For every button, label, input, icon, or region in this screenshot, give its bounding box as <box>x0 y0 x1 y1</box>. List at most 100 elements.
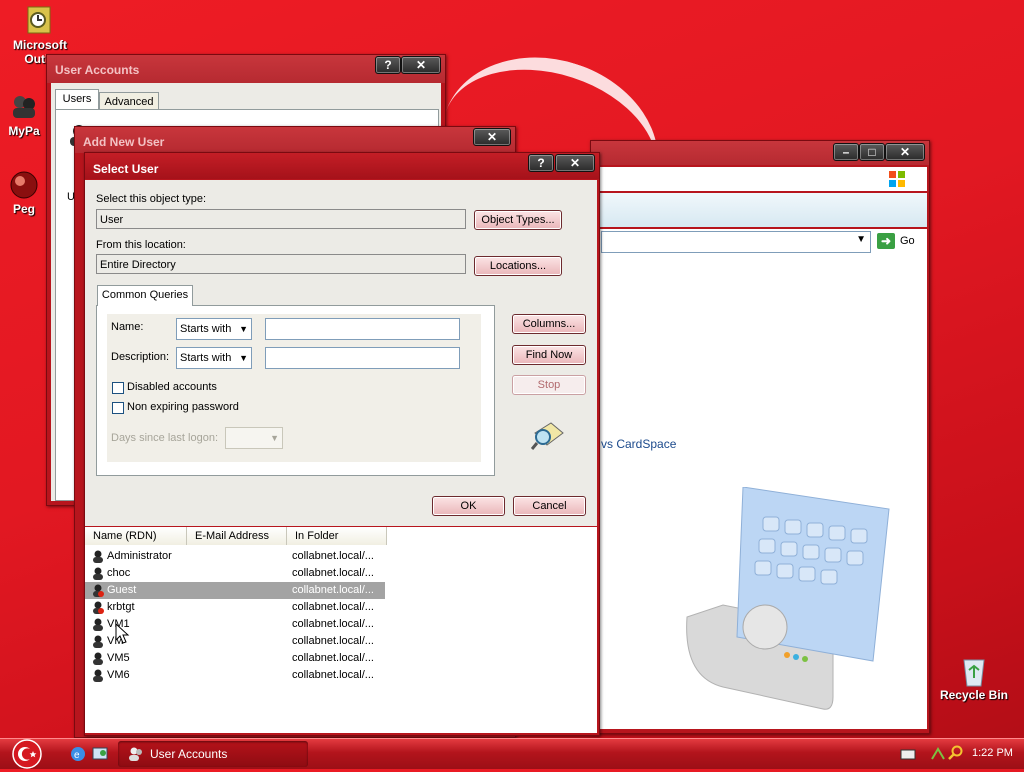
search-results-list[interactable]: Name (RDN) E-Mail Address In Folder Admi… <box>85 527 597 733</box>
users-icon <box>9 92 39 122</box>
close-button[interactable]: ✕ <box>885 143 925 161</box>
find-now-button[interactable]: Find Now <box>512 345 586 365</box>
table-row[interactable]: Administrator collabnet.local/... <box>85 548 385 565</box>
name-input[interactable] <box>265 318 460 340</box>
internet-explorer-icon[interactable]: e <box>70 746 86 762</box>
description-mode-value: Starts with <box>180 352 232 364</box>
svg-text:e: e <box>74 750 80 761</box>
minimize-button[interactable]: – <box>833 143 859 161</box>
chevron-down-icon: ▼ <box>239 353 248 363</box>
row-folder: collabnet.local/... <box>292 669 374 681</box>
days-since-logon-label: Days since last logon: <box>111 432 218 444</box>
row-name: krbtgt <box>107 601 135 613</box>
stop-button[interactable]: Stop <box>512 375 586 395</box>
maximize-button[interactable]: □ <box>859 143 885 161</box>
column-header-email[interactable]: E-Mail Address <box>187 527 287 545</box>
disabled-accounts-checkbox[interactable] <box>112 382 124 394</box>
object-type-label: Select this object type: <box>96 193 207 205</box>
chevron-down-icon: ▼ <box>856 234 866 245</box>
row-folder: collabnet.local/... <box>292 584 374 596</box>
go-arrow-icon[interactable]: ➜ <box>877 233 895 249</box>
location-field: Entire Directory <box>96 254 466 274</box>
show-desktop-icon[interactable] <box>92 746 108 762</box>
user-accounts-title: User Accounts <box>55 63 140 77</box>
pegasus-icon <box>9 170 39 200</box>
name-label: Name: <box>111 321 144 333</box>
user-icon <box>92 669 104 682</box>
row-name: VM5 <box>107 652 130 664</box>
row-name: Guest <box>107 584 137 596</box>
row-folder: collabnet.local/... <box>292 601 374 613</box>
search-icon[interactable] <box>948 745 964 761</box>
column-header-folder[interactable]: In Folder <box>287 527 387 545</box>
table-row[interactable]: VM5 collabnet.local/... <box>85 650 385 667</box>
recycle-bin-desktop-icon[interactable]: Recycle Bin <box>934 656 1014 702</box>
row-folder: collabnet.local/... <box>292 550 374 562</box>
days-since-logon-select[interactable]: ▼ <box>225 427 283 449</box>
disabled-user-icon <box>92 584 104 597</box>
recycle-bin-label: Recycle Bin <box>939 688 1009 702</box>
add-new-user-title: Add New User <box>83 135 165 149</box>
add-new-user-titlebar[interactable]: Add New User <box>75 127 515 153</box>
column-header-name[interactable]: Name (RDN) <box>85 527 187 545</box>
columns-button[interactable]: Columns... <box>512 314 586 334</box>
description-label: Description: <box>111 351 170 363</box>
name-mode-select[interactable]: Starts with ▼ <box>176 318 252 340</box>
user-icon <box>92 635 104 648</box>
description-mode-select[interactable]: Starts with ▼ <box>176 347 252 369</box>
non-expiring-password-label: Non expiring password <box>127 401 239 413</box>
table-row-selected[interactable]: Guest collabnet.local/... <box>85 582 385 599</box>
taskbar: e User Accounts 1:22 PM <box>0 738 1024 769</box>
table-row[interactable]: choc collabnet.local/... <box>85 565 385 582</box>
cancel-button[interactable]: Cancel <box>513 496 586 516</box>
table-row[interactable]: VM6 collabnet.local/... <box>85 667 385 684</box>
recycle-bin-icon <box>959 656 989 687</box>
info-band <box>599 193 927 227</box>
select-user-title: Select User <box>93 162 159 176</box>
close-button[interactable]: ✕ <box>473 128 511 146</box>
select-user-titlebar[interactable]: Select User <box>85 153 599 179</box>
row-folder: collabnet.local/... <box>292 567 374 579</box>
search-directory-icon <box>530 419 565 451</box>
disabled-accounts-label: Disabled accounts <box>127 381 217 393</box>
locations-button[interactable]: Locations... <box>474 256 562 276</box>
keyboard-icon[interactable] <box>900 747 916 761</box>
users-icon <box>128 746 144 762</box>
go-label[interactable]: Go <box>900 235 915 247</box>
table-row[interactable]: krbtgt collabnet.local/... <box>85 599 385 616</box>
windows-flag-icon <box>887 169 907 189</box>
outlook-icon <box>25 6 55 36</box>
select-user-dialog[interactable]: Select User ? ✕ Select this object type:… <box>84 152 600 736</box>
chevron-down-icon: ▼ <box>239 324 248 334</box>
user-icon <box>92 618 104 631</box>
row-name: Administrator <box>107 550 172 562</box>
address-combo[interactable]: ▼ <box>601 231 871 253</box>
non-expiring-password-checkbox[interactable] <box>112 402 124 414</box>
cardspace-link[interactable]: vs CardSpace <box>601 437 676 451</box>
row-folder: collabnet.local/... <box>292 618 374 630</box>
user-icon <box>92 550 104 563</box>
taskbar-button-user-accounts[interactable]: User Accounts <box>118 741 308 767</box>
ok-button[interactable]: OK <box>432 496 505 516</box>
tab-common-queries[interactable]: Common Queries <box>97 285 193 306</box>
user-icon <box>92 567 104 580</box>
description-input[interactable] <box>265 347 460 369</box>
object-type-field: User <box>96 209 466 229</box>
help-button[interactable]: ? <box>375 56 401 74</box>
background-window[interactable]: – □ ✕ ▼ ➜ Go vs CardSpace <box>590 140 930 734</box>
close-button[interactable]: ✕ <box>401 56 441 74</box>
start-button[interactable] <box>8 739 46 769</box>
network-icon[interactable] <box>930 745 946 761</box>
help-button[interactable]: ? <box>528 154 554 172</box>
close-button[interactable]: ✕ <box>555 154 595 172</box>
clock[interactable]: 1:22 PM <box>972 747 1013 759</box>
mouse-cursor-icon <box>115 622 131 645</box>
tab-users[interactable]: Users <box>55 89 99 110</box>
toolbar-area <box>599 167 927 191</box>
taskbar-button-label: User Accounts <box>150 747 228 761</box>
object-types-button[interactable]: Object Types... <box>474 210 562 230</box>
row-folder: collabnet.local/... <box>292 652 374 664</box>
tab-advanced[interactable]: Advanced <box>99 92 159 110</box>
location-label: From this location: <box>96 239 186 251</box>
row-name: VM6 <box>107 669 130 681</box>
